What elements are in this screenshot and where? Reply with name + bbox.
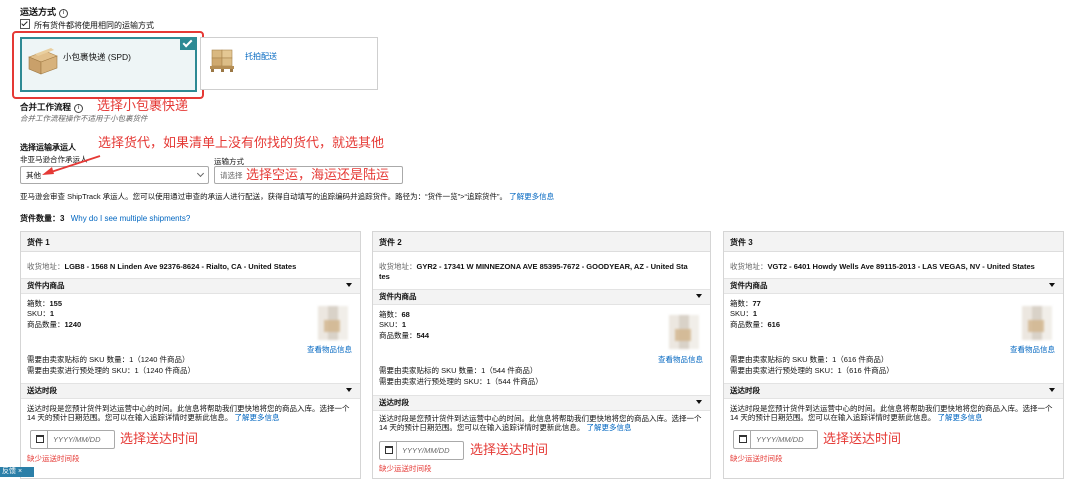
pallet-icon (208, 46, 238, 76)
label-sku-line: 需要由卖家贴标的 SKU 数量：1（544 件商品） (379, 366, 538, 375)
sku-row: SKU：1 (27, 309, 55, 318)
shipping-method-title: 运送方式 i (20, 5, 69, 18)
date-input[interactable]: YYYY/MM/DD (379, 441, 464, 460)
calendar-icon[interactable] (36, 435, 44, 443)
close-icon[interactable]: × (18, 468, 22, 475)
shipment-card-1: 货件 1 收货地址：LGB8 - 1568 N Linden Ave 92376… (20, 231, 361, 479)
workflow-note: 合并工作流程操作不适用于小包裹货件 (20, 114, 148, 123)
window-desc: 送达时段是您预计货件到达运营中心的时间。此信息将帮助我们更快地将您的商品入库。选… (27, 404, 350, 422)
ship-address: 收货地址：LGB8 - 1568 N Linden Ave 92376-8624… (27, 262, 297, 271)
ship-address: 收货地址：VGT2 - 6401 Howdy Wells Ave 89115-2… (730, 262, 1035, 271)
label-sku-line: 需要由卖家贴标的 SKU 数量：1（616 件商品） (730, 355, 889, 364)
expand-triangle-icon[interactable] (696, 294, 702, 298)
annotation-spd: 选择小包裹快递 (97, 98, 189, 113)
sku-row: SKU：1 (379, 320, 407, 329)
window-desc: 送达时段是您预计货件到达运营中心的时间。此信息将帮助我们更快地将您的商品入库。选… (379, 414, 702, 432)
calendar-icon[interactable] (385, 446, 393, 454)
window-section-title[interactable]: 送达时段 (730, 386, 760, 395)
missing-window-error: 缺少运送时间段 (379, 464, 432, 473)
product-thumbnail (318, 306, 348, 340)
boxes-row: 箱数：77 (730, 299, 761, 308)
shipment-title: 货件 3 (730, 238, 753, 247)
window-section-title[interactable]: 送达时段 (27, 386, 57, 395)
annotation-mode: 选择空运，海运还是陆运 (246, 167, 390, 182)
shipment-card-3: 货件 3 收货地址：VGT2 - 6401 Howdy Wells Ave 89… (723, 231, 1064, 479)
expand-triangle-icon[interactable] (1049, 283, 1055, 287)
info-icon[interactable]: i (59, 9, 69, 18)
expand-triangle-icon[interactable] (346, 388, 352, 392)
workflow-title: 合并工作流程 i (20, 101, 84, 113)
prep-sku-line: 需要由卖家进行预处理的 SKU：1（616 件商品） (730, 366, 894, 375)
carrier-title: 选择运输承运人 (20, 143, 76, 152)
view-item-info-link[interactable]: 查看物品信息 (307, 345, 352, 354)
same-method-checkbox-row[interactable]: 所有货件都将使用相同的运输方式 (20, 19, 154, 31)
calendar-icon[interactable] (739, 435, 747, 443)
prep-sku-line: 需要由卖家进行预处理的 SKU：1（1240 件商品） (27, 366, 195, 375)
option-ltl-label: 托拍配送 (245, 52, 277, 61)
option-spd-label: 小包裹快递 (SPD) (63, 52, 132, 62)
missing-window-error: 缺少运送时间段 (27, 454, 80, 463)
label-sku-line: 需要由卖家贴标的 SKU 数量：1（1240 件商品） (27, 355, 190, 364)
annotation-date: 选择送达时间 (470, 442, 549, 457)
sku-row: SKU：1 (730, 309, 758, 318)
mode-label: 运输方式 (214, 157, 244, 166)
date-input[interactable]: YYYY/MM/DD (733, 430, 818, 449)
units-row: 商品数量：1240 (27, 320, 82, 329)
view-item-info-link[interactable]: 查看物品信息 (1010, 345, 1055, 354)
window-desc: 送达时段是您预计货件到达运营中心的时间。此信息将帮助我们更快地将您的商品入库。选… (730, 404, 1053, 422)
carrier-select-value: 其他 (26, 171, 41, 180)
items-section-title[interactable]: 货件内商品 (379, 292, 417, 301)
annotation-carrier: 选择货代，如果清单上没有你找的货代，就选其他 (98, 135, 385, 150)
units-row: 商品数量：544 (379, 331, 430, 340)
ship-address: 收货地址：GYR2 - 17341 W MINNEZONA AVE 85395-… (379, 262, 688, 271)
items-section-title[interactable]: 货件内商品 (730, 281, 768, 290)
shipment-title: 货件 1 (27, 238, 50, 247)
expand-triangle-icon[interactable] (696, 400, 702, 404)
shiptrack-notice: 亚马逊会审查 ShipTrack 承运人。您可以使用通过审查的承运人进行配送，获… (20, 192, 555, 201)
why-multiple-link[interactable]: Why do I see multiple shipments? (71, 214, 191, 223)
shipment-card-2: 货件 2 收货地址：GYR2 - 17341 W MINNEZONA AVE 8… (372, 231, 711, 479)
annotation-arrow (40, 155, 102, 177)
annotation-date: 选择送达时间 (120, 431, 199, 446)
window-section-title[interactable]: 送达时段 (379, 398, 409, 407)
checkbox-checked[interactable] (20, 19, 30, 29)
shipment-title: 货件 2 (379, 238, 402, 247)
selected-check-icon (180, 37, 195, 50)
annotation-date: 选择送达时间 (823, 431, 902, 446)
mode-select-placeholder: 请选择 (220, 171, 243, 180)
learn-more-link[interactable]: 了解更多信息 (509, 192, 554, 201)
ship-address-cont: tes (379, 272, 390, 281)
chevron-down-icon (196, 169, 205, 178)
date-input[interactable]: YYYY/MM/DD (30, 430, 115, 449)
feedback-tab[interactable]: 反馈 × (0, 467, 34, 477)
shipment-count-row: 货件数量：3 Why do I see multiple shipments? (20, 214, 191, 223)
info-icon[interactable]: i (74, 104, 84, 113)
prep-sku-line: 需要由卖家进行预处理的 SKU：1（544 件商品） (379, 377, 543, 386)
product-thumbnail (1022, 306, 1052, 340)
view-item-info-link[interactable]: 查看物品信息 (658, 355, 703, 364)
expand-triangle-icon[interactable] (1049, 388, 1055, 392)
units-row: 商品数量：616 (730, 320, 781, 329)
items-section-title[interactable]: 货件内商品 (27, 281, 65, 290)
boxes-row: 箱数：68 (379, 310, 410, 319)
missing-window-error: 缺少运送时间段 (730, 454, 783, 463)
boxes-row: 箱数：155 (27, 299, 63, 308)
parcel-box-icon (27, 48, 59, 76)
expand-triangle-icon[interactable] (346, 283, 352, 287)
product-thumbnail (669, 315, 699, 349)
